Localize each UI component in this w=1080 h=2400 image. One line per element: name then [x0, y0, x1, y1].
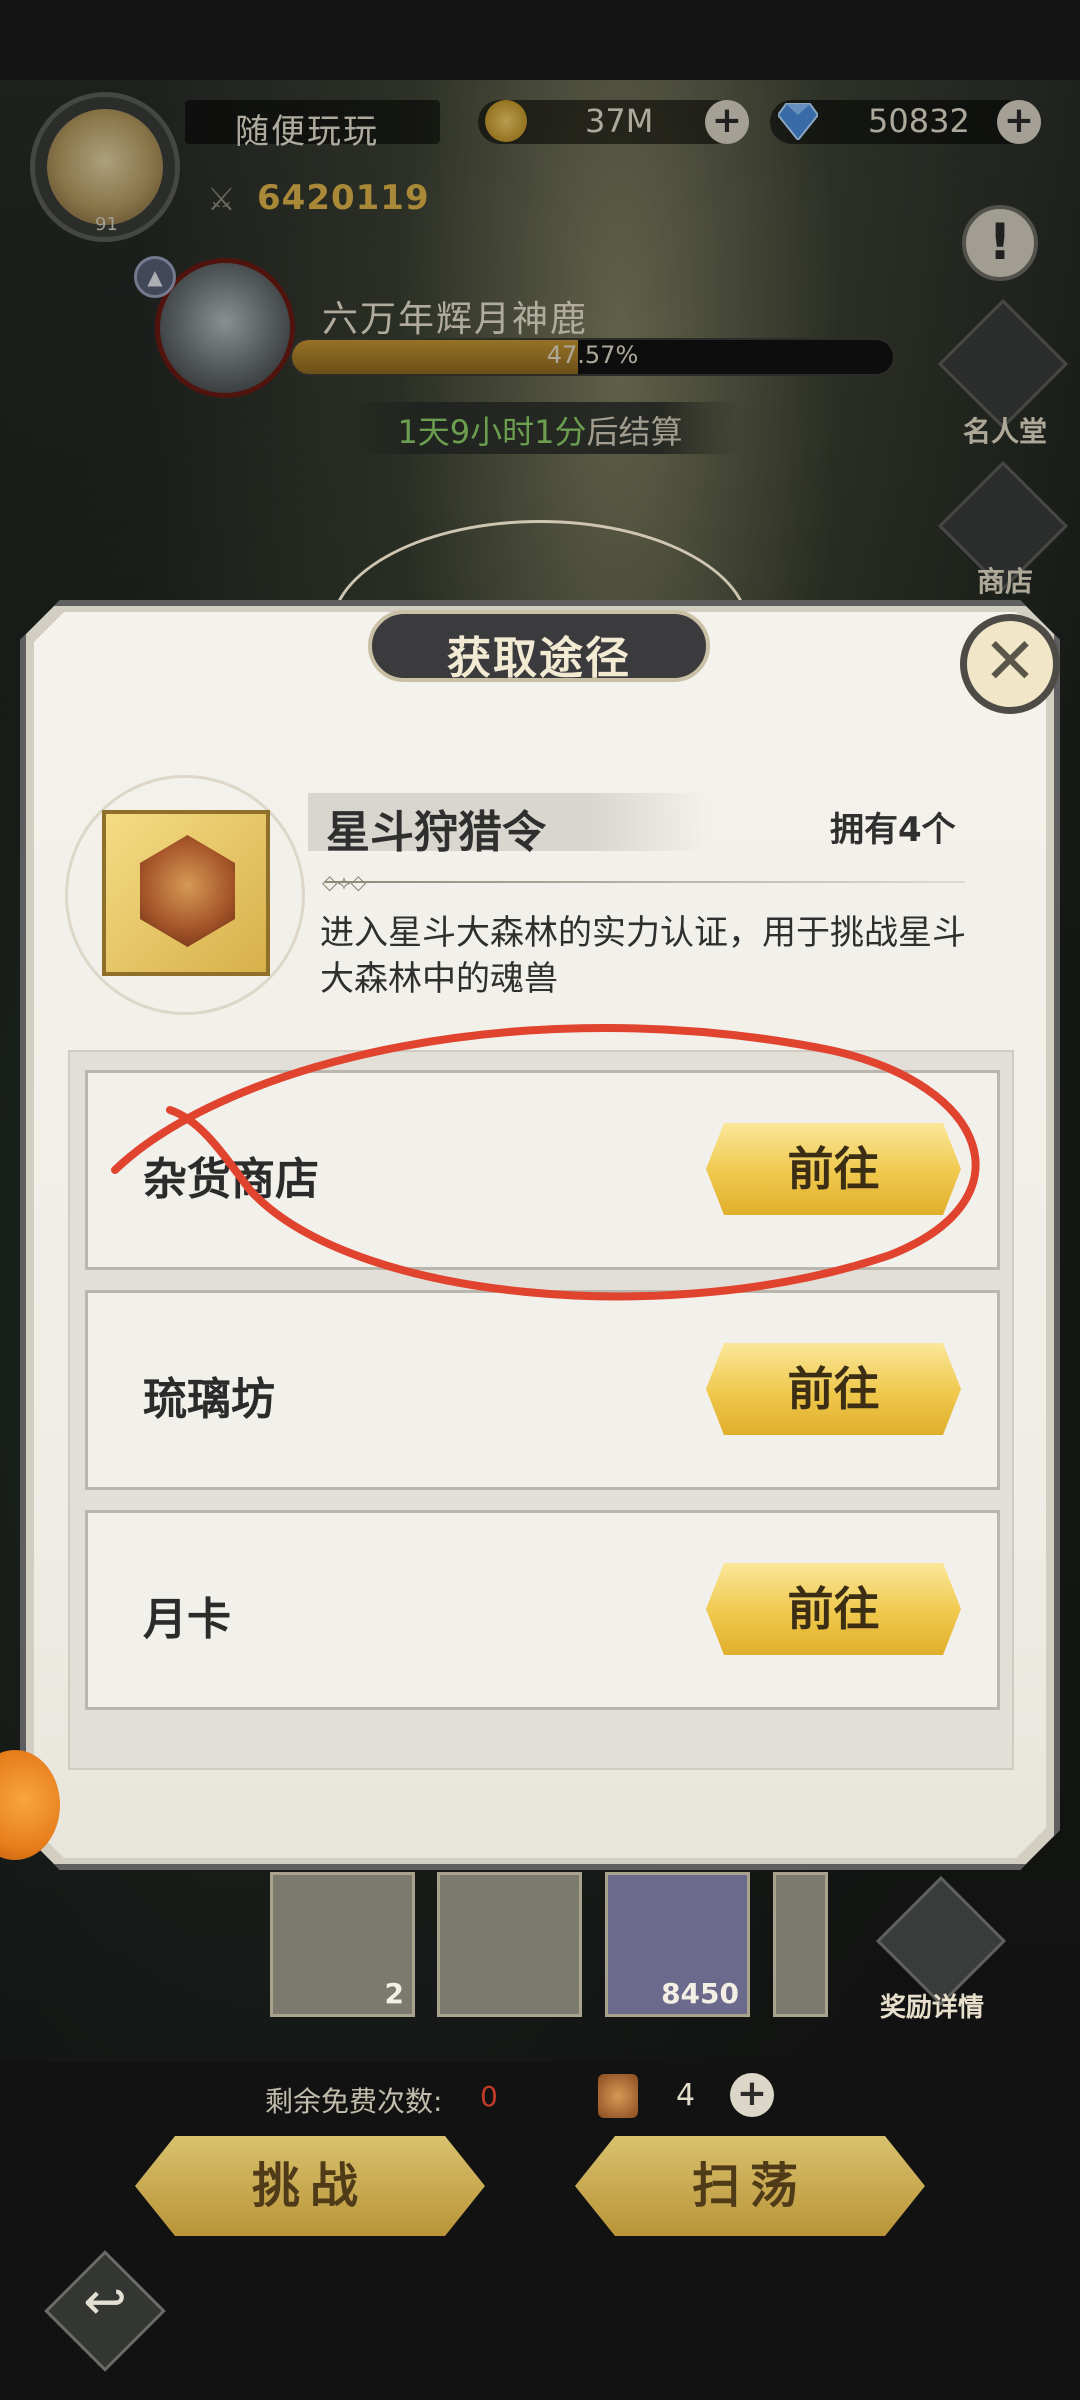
reward-details-label[interactable]: 奖励详情 [880, 1987, 984, 2024]
reward-item[interactable]: 2 [270, 1872, 415, 2017]
ticket-count: 4 [676, 2078, 696, 2113]
reward-item[interactable] [773, 1872, 828, 2017]
list-item: 琉璃坊 前往 [85, 1290, 1000, 1490]
bottom-bar [0, 2062, 1080, 2400]
go-button[interactable]: 前往 [706, 1343, 961, 1435]
challenge-button[interactable]: 挑战 [135, 2136, 485, 2236]
status-bar [0, 0, 1080, 80]
dialog-title: 获取途径 [447, 633, 631, 684]
reward-qty: 8450 [661, 1977, 739, 2010]
item-name: 星斗狩猎令 [326, 807, 546, 858]
reward-item[interactable]: 8450 [605, 1872, 750, 2017]
reward-qty: 2 [384, 1977, 404, 2010]
owned-count: 拥有4个 [830, 810, 956, 850]
reward-item[interactable] [437, 1872, 582, 2017]
source-label: 月卡 [143, 1594, 231, 1645]
free-attempts-label: 剩余免费次数: [265, 2085, 443, 2118]
sweep-button[interactable]: 扫荡 [575, 2136, 925, 2236]
ticket-icon [598, 2074, 638, 2118]
annotation-circle [111, 1023, 980, 1301]
go-button[interactable]: 前往 [706, 1563, 961, 1655]
list-item: 月卡 前往 [85, 1510, 1000, 1710]
free-attempts-count: 0 [480, 2080, 498, 2113]
close-button[interactable]: ✕ [960, 614, 1060, 714]
source-label: 琉璃坊 [143, 1374, 275, 1425]
item-description: 进入星斗大森林的实力认证，用于挑战星斗大森林中的魂兽 [320, 913, 966, 999]
add-ticket-button[interactable]: + [730, 2073, 774, 2117]
back-arrow-icon: ↩ [83, 2272, 127, 2332]
divider [325, 881, 965, 883]
